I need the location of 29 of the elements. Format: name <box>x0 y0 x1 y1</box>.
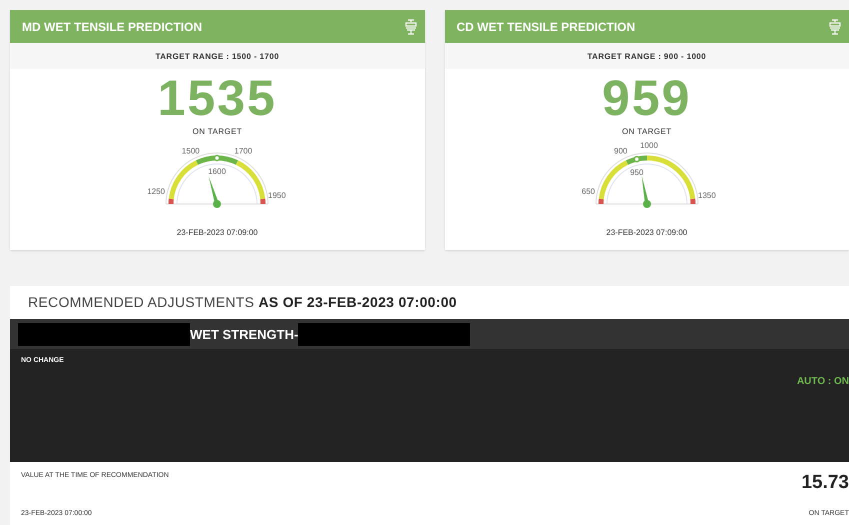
timestamp: 23-FEB-2023 07:09:00 <box>176 228 258 237</box>
timestamp: 23-FEB-2023 07:09:00 <box>606 228 688 237</box>
gauge-label: 1350 <box>698 191 716 200</box>
gauge-label: 1500 <box>182 146 200 156</box>
gauge-label: 1000 <box>640 141 658 150</box>
panel-title: RECOMMENDED ADJUSTMENTS <box>28 294 254 310</box>
gauge-label: 1600 <box>208 167 226 176</box>
gauge-label: 1700 <box>234 146 252 156</box>
stack-icon[interactable] <box>404 18 416 34</box>
item-label: WET STRENGTH- <box>190 326 298 342</box>
recommendation-value: 15.73 <box>801 472 849 494</box>
status-label: ON TARGET <box>622 127 672 136</box>
card-title: MD WET TENSILE PREDICTION <box>22 20 202 34</box>
gauge-label: 900 <box>614 146 628 156</box>
stack-icon[interactable] <box>829 18 841 34</box>
target-range: TARGET RANGE : 900 - 1000 <box>444 43 849 69</box>
card-title: CD WET TENSILE PREDICTION <box>456 20 636 34</box>
prediction-value: 959 <box>602 71 692 125</box>
target-range: TARGET RANGE : 1500 - 1700 <box>10 43 424 69</box>
status-label: ON TARGET <box>192 127 242 136</box>
gauge-needle <box>208 176 222 208</box>
auto-status: AUTO : ON <box>796 376 849 387</box>
gauge-label: 1250 <box>147 187 166 196</box>
gauge-label: 950 <box>630 168 644 178</box>
gauge-label: 1950 <box>268 191 286 200</box>
prediction-value: 1535 <box>158 71 277 125</box>
gauge-label: 650 <box>581 187 595 196</box>
gauge-needle <box>641 176 651 208</box>
as-of-date: AS OF 23-FEB-2023 07:00:00 <box>258 294 457 310</box>
